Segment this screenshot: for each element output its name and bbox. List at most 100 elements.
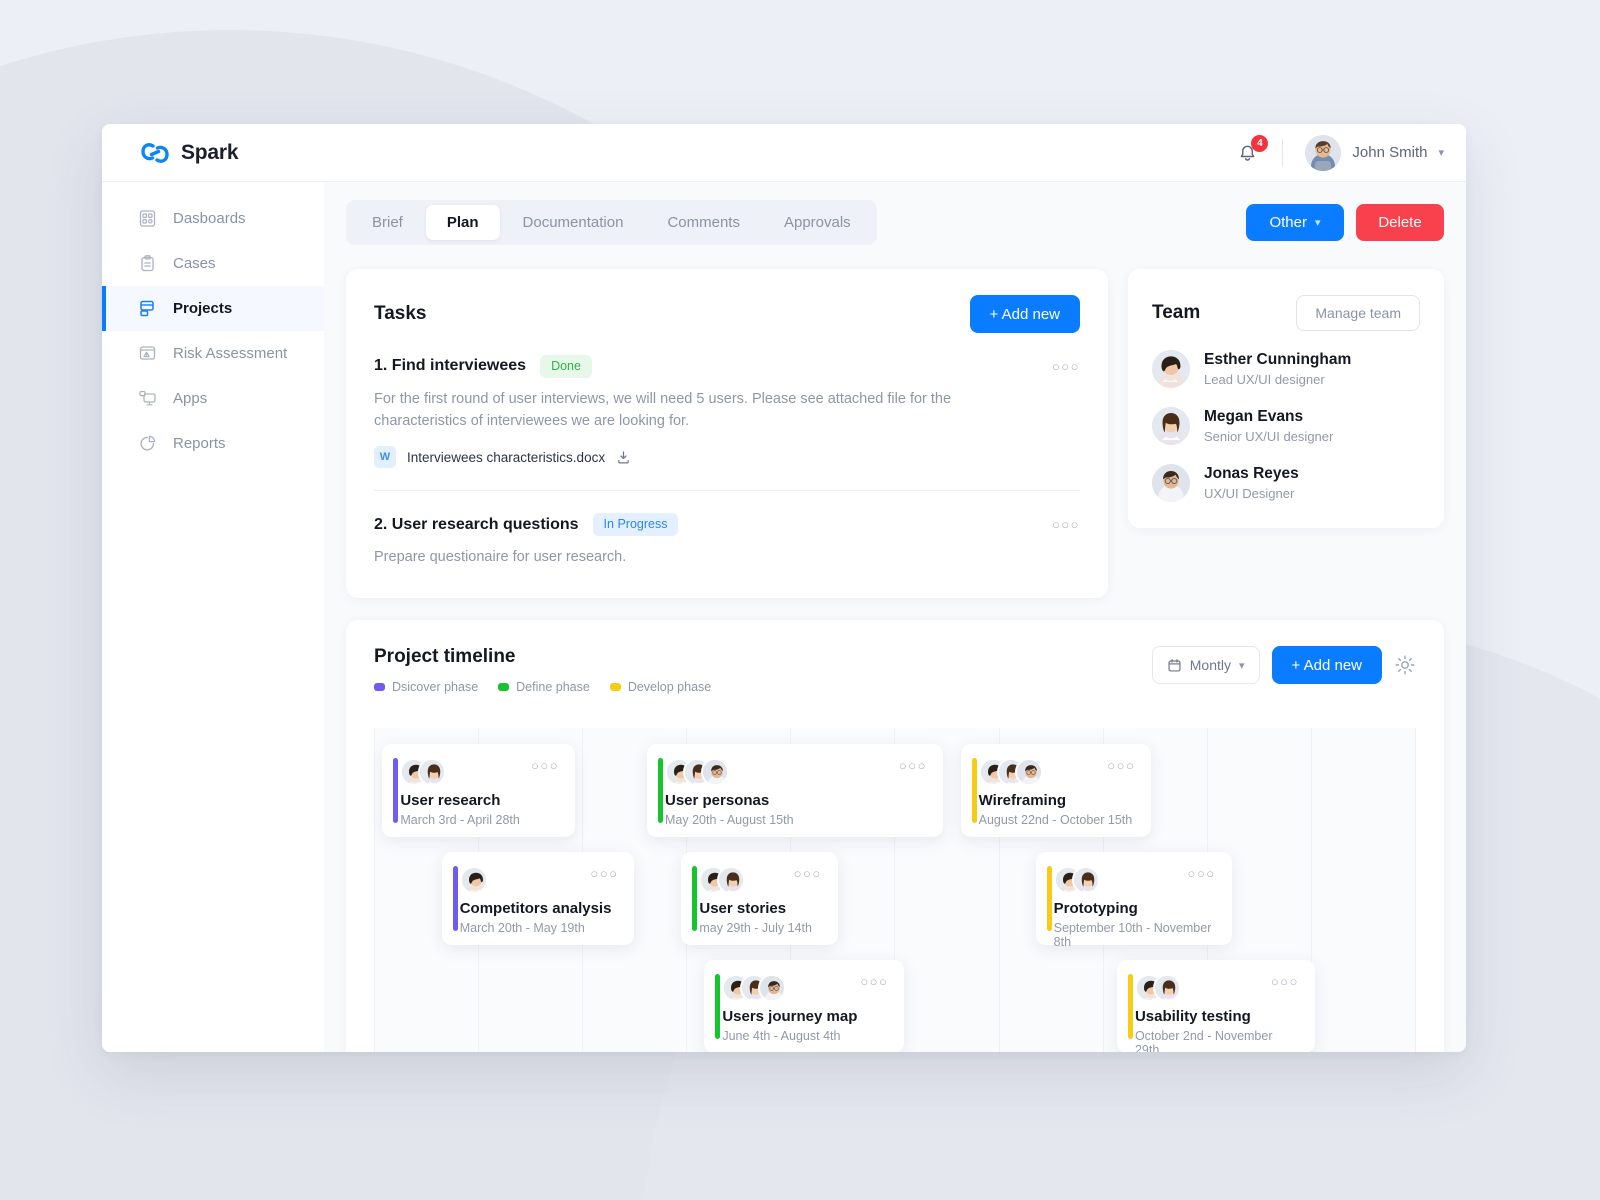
attachment-name: Interviewees characteristics.docx xyxy=(407,449,606,465)
risk-warning-icon xyxy=(138,344,157,363)
chevron-down-icon: ▾ xyxy=(1438,147,1444,159)
sidebar-item-label: Dasboards xyxy=(173,210,246,227)
dashboard-icon xyxy=(138,209,157,228)
task-title: 2. User research questions xyxy=(374,515,579,533)
delete-button[interactable]: Delete xyxy=(1356,204,1444,241)
tab-documentation[interactable]: Documentation xyxy=(502,205,645,240)
timeline-task-card[interactable]: ○○○ User personas May 20th - August 15th xyxy=(647,744,943,838)
legend-item-discover: Dsicover phase xyxy=(374,680,478,694)
notifications-button[interactable]: 4 xyxy=(1234,134,1269,166)
timeline-task-card[interactable]: ○○○ Usability testing October 2nd - Novemb… xyxy=(1116,960,1315,1052)
timeline-task-card[interactable]: ○○○ User research March 3rd - April 28th xyxy=(382,744,576,838)
more-options-icon[interactable]: ○○○ xyxy=(899,758,927,773)
clipboard-icon xyxy=(138,254,157,273)
legend-item-develop: Develop phase xyxy=(609,680,711,694)
status-badge: In Progress xyxy=(592,513,679,536)
member-name: Jonas Reyes xyxy=(1204,465,1299,482)
phase-color-bar xyxy=(971,758,977,824)
sidebar-item-label: Cases xyxy=(173,255,216,272)
avatar xyxy=(1152,350,1190,388)
timeline-task-card[interactable]: ○○○ Users journey map June 4th - August 4t… xyxy=(704,960,905,1052)
timeline-legend: Dsicover phase Define phase Develop phas… xyxy=(374,680,711,694)
team-title: Team xyxy=(1152,302,1201,323)
sidebar-item-projects[interactable]: Projects xyxy=(102,286,324,331)
brand-logo[interactable]: Spark xyxy=(140,140,239,166)
timeline-task-card[interactable]: ○○○ User stories may 29th - July 14th xyxy=(681,852,838,946)
assignee-avatars xyxy=(665,758,729,787)
phase-color-bar xyxy=(715,974,721,1040)
sidebar-item-risk-assessment[interactable]: Risk Assessment xyxy=(102,331,324,376)
member-role: Lead UX/UI designer xyxy=(1204,372,1325,387)
assignee-avatars xyxy=(459,866,488,895)
sidebar-item-reports[interactable]: Reports xyxy=(102,421,324,466)
timeline-task-card[interactable]: ○○○ Competitors analysis March 20th - May … xyxy=(441,852,635,946)
member-role: UX/UI Designer xyxy=(1204,486,1295,501)
tasks-panel: Tasks + Add new 1. Find interviewees Don… xyxy=(346,269,1108,599)
team-member[interactable]: Esther Cunningham Lead UX/UI designer xyxy=(1152,350,1420,388)
task-attachment[interactable]: W Interviewees characteristics.docx xyxy=(374,446,1080,469)
timeline-task-dates: may 29th - July 14th xyxy=(699,921,812,936)
status-badge: Done xyxy=(540,355,592,378)
assignee-avatars xyxy=(978,758,1043,787)
projects-icon xyxy=(138,299,157,318)
more-options-icon[interactable]: ○○○ xyxy=(1052,359,1080,374)
assignee-avatars xyxy=(400,758,447,787)
top-bar: Spark 4 John Smith ▾ xyxy=(102,124,1466,182)
member-name: Megan Evans xyxy=(1204,408,1304,425)
timeline-title: Project timeline xyxy=(374,646,516,668)
more-options-icon[interactable]: ○○○ xyxy=(590,866,618,881)
sidebar-item-cases[interactable]: Cases xyxy=(102,241,324,286)
team-member[interactable]: Jonas Reyes UX/UI Designer xyxy=(1152,464,1420,502)
timeline-panel: Project timeline Dsicover phase Define p… xyxy=(346,620,1444,1052)
tab-plan[interactable]: Plan xyxy=(425,205,500,240)
timeline-task-card[interactable]: ○○○ Prototyping September 10th - November … xyxy=(1035,852,1232,949)
sidebar-item-label: Apps xyxy=(173,390,208,407)
other-button-label: Other xyxy=(1269,214,1307,231)
phase-color-bar xyxy=(1046,866,1052,932)
app-window: Spark 4 John Smith ▾ Dasboards Cases Pro… xyxy=(102,124,1466,1052)
timeline-range-label: Montly xyxy=(1189,657,1231,674)
legend-color-swatch xyxy=(374,683,385,692)
team-member[interactable]: Megan Evans Senior UX/UI designer xyxy=(1152,407,1420,445)
avatar xyxy=(1152,407,1190,445)
manage-team-button[interactable]: Manage team xyxy=(1296,295,1420,331)
download-icon[interactable] xyxy=(616,450,631,465)
assignee-avatars xyxy=(1053,866,1100,895)
more-options-icon[interactable]: ○○○ xyxy=(794,866,822,881)
task-item: 2. User research questions In Progress ○… xyxy=(374,490,1080,568)
more-options-icon[interactable]: ○○○ xyxy=(1187,866,1215,881)
tab-bar: Brief Plan Documentation Comments Approv… xyxy=(346,200,877,245)
more-options-icon[interactable]: ○○○ xyxy=(1271,974,1299,989)
avatar xyxy=(1152,464,1190,502)
sidebar-item-apps[interactable]: Apps xyxy=(102,376,324,421)
tab-comments[interactable]: Comments xyxy=(646,205,761,240)
timeline-add-button[interactable]: + Add new xyxy=(1271,646,1382,685)
timeline-task-name: User stories xyxy=(699,900,787,918)
sidebar-item-dasboards[interactable]: Dasboards xyxy=(102,196,324,241)
legend-color-swatch xyxy=(498,683,510,692)
tab-brief[interactable]: Brief xyxy=(351,205,424,240)
sidebar: Dasboards Cases Projects Risk Assessment… xyxy=(102,182,324,1052)
sidebar-item-label: Reports xyxy=(173,435,226,452)
timeline-task-name: Prototyping xyxy=(1053,900,1138,918)
timeline-task-name: User personas xyxy=(665,792,770,810)
more-options-icon[interactable]: ○○○ xyxy=(1107,758,1135,773)
timeline-range-select[interactable]: Montly ▾ xyxy=(1151,646,1260,685)
notification-badge: 4 xyxy=(1251,134,1269,152)
other-button[interactable]: Other ▾ xyxy=(1246,204,1344,241)
gear-icon[interactable] xyxy=(1394,654,1416,676)
link-circles-icon xyxy=(140,140,170,166)
chevron-down-icon: ▾ xyxy=(1314,217,1321,229)
legend-item-define: Define phase xyxy=(498,680,590,694)
user-menu[interactable]: John Smith ▾ xyxy=(1305,134,1444,171)
sidebar-item-label: Projects xyxy=(173,300,233,317)
main-content: Brief Plan Documentation Comments Approv… xyxy=(324,182,1466,1052)
sidebar-item-label: Risk Assessment xyxy=(173,345,288,362)
more-options-icon[interactable]: ○○○ xyxy=(1052,517,1080,532)
more-options-icon[interactable]: ○○○ xyxy=(860,974,888,989)
add-task-button[interactable]: + Add new xyxy=(969,295,1080,333)
more-options-icon[interactable]: ○○○ xyxy=(531,758,559,773)
timeline-task-card[interactable]: ○○○ Wireframing August 22nd - October 15th xyxy=(960,744,1152,838)
tab-approvals[interactable]: Approvals xyxy=(763,205,872,240)
timeline-task-name: Competitors analysis xyxy=(459,900,612,918)
